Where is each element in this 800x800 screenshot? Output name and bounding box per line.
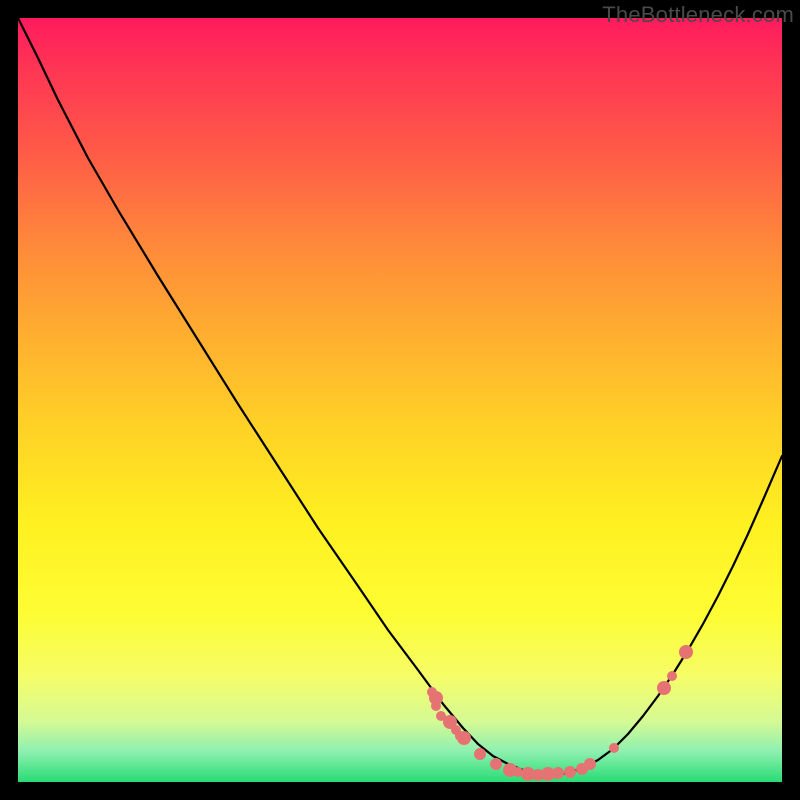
watermark-text: TheBottleneck.com bbox=[602, 2, 794, 28]
data-point bbox=[679, 645, 693, 659]
chart-svg bbox=[18, 18, 782, 782]
data-point bbox=[431, 701, 441, 711]
data-point bbox=[609, 743, 619, 753]
data-point bbox=[584, 758, 596, 770]
data-point bbox=[474, 748, 486, 760]
data-point bbox=[457, 731, 471, 745]
data-point bbox=[552, 767, 564, 779]
data-point bbox=[657, 681, 671, 695]
bottleneck-curve bbox=[18, 18, 782, 775]
data-point bbox=[490, 758, 502, 770]
data-points-group bbox=[427, 645, 693, 781]
data-point bbox=[667, 671, 677, 681]
data-point bbox=[564, 766, 576, 778]
